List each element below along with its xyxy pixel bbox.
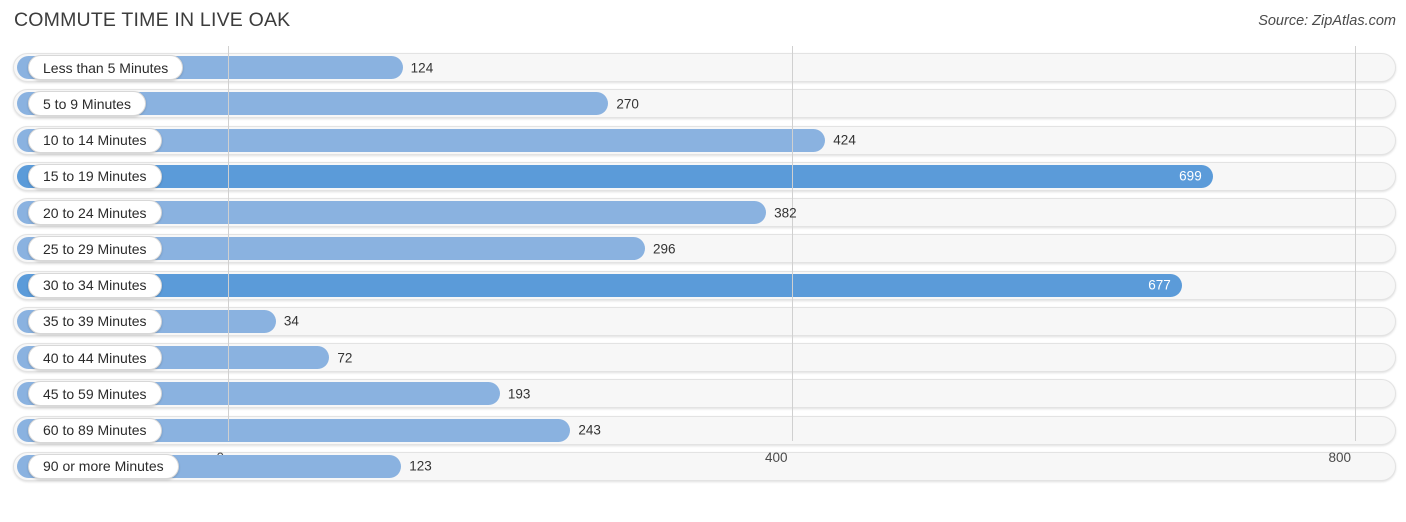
bar-value-label: 123 [409, 458, 432, 474]
category-label[interactable]: 10 to 14 Minutes [28, 127, 162, 153]
bar-row[interactable]: 677 30 to 34 Minutes [13, 270, 1396, 300]
category-label[interactable]: 40 to 44 Minutes [28, 345, 162, 370]
source-attribution: Source: ZipAtlas.com [1258, 13, 1396, 29]
chart-header: COMMUTE TIME IN LIVE OAK Source: ZipAtla… [0, 0, 1406, 46]
bar-row[interactable]: 124 Less than 5 Minutes [13, 53, 1396, 82]
category-label[interactable]: 20 to 24 Minutes [28, 200, 162, 225]
bar-row[interactable]: 34 35 to 39 Minutes [13, 306, 1396, 336]
bar-value-label: 677 [1148, 277, 1171, 293]
category-label[interactable]: 25 to 29 Minutes [28, 236, 162, 262]
category-label[interactable]: 30 to 34 Minutes [28, 272, 162, 298]
bar[interactable]: 699 [17, 164, 1213, 188]
bar-row[interactable]: 382 20 to 24 Minutes [13, 198, 1396, 227]
category-label[interactable]: 35 to 39 Minutes [28, 308, 162, 334]
bar-value-label: 243 [578, 422, 601, 438]
bar-value-label: 270 [616, 96, 639, 112]
bar-value-label: 72 [337, 350, 353, 365]
bar-row[interactable]: 72 40 to 44 Minutes [13, 343, 1396, 372]
category-label[interactable]: 5 to 9 Minutes [28, 91, 146, 117]
bar-value-label: 193 [507, 386, 531, 402]
category-label[interactable]: 60 to 89 Minutes [28, 417, 162, 443]
bar-value-label: 424 [833, 132, 856, 148]
bar-value-label: 34 [283, 313, 299, 329]
axis-tick-label: 400 [764, 450, 788, 465]
bar[interactable]: 677 [17, 273, 1182, 297]
bar-row[interactable]: 699 15 to 19 Minutes [13, 161, 1396, 191]
bar-value-label: 699 [1179, 168, 1202, 184]
chart-plot-area: 124 Less than 5 Minutes 270 5 to 9 Minutes 4… [0, 46, 1406, 486]
category-label[interactable]: 15 to 19 Minutes [28, 163, 162, 189]
category-label[interactable]: 45 to 59 Minutes [28, 381, 162, 407]
category-label[interactable]: Less than 5 Minutes [28, 55, 184, 80]
bar-value-label: 296 [652, 241, 676, 257]
bar-row[interactable]: 193 45 to 59 Minutes [13, 379, 1396, 409]
bar-value-label: 382 [774, 205, 797, 220]
bar-row[interactable]: 243 60 to 89 Minutes [13, 415, 1396, 445]
page-title: COMMUTE TIME IN LIVE OAK [14, 9, 291, 31]
category-label[interactable]: 90 or more Minutes [28, 453, 179, 479]
axis-tick-label: 800 [1328, 450, 1351, 465]
bar-row[interactable]: 296 25 to 29 Minutes [13, 234, 1396, 264]
bar-row[interactable]: 424 10 to 14 Minutes [13, 125, 1396, 155]
bar-value-label: 124 [410, 60, 434, 75]
bar-row[interactable]: 270 5 to 9 Minutes [13, 89, 1396, 119]
